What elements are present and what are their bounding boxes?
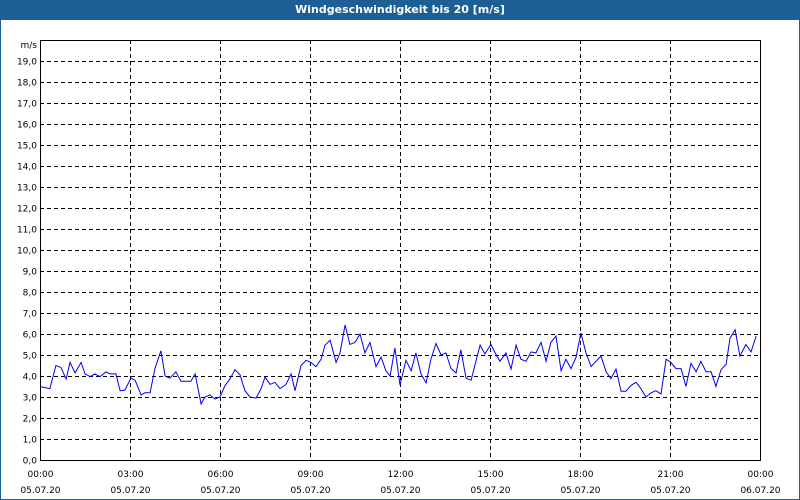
y-tick-label: 4,0 — [23, 373, 38, 383]
x-tick-time: 12:00 — [388, 470, 414, 480]
y-tick-label: 6,0 — [23, 331, 38, 341]
y-tick-label: 2,0 — [23, 415, 38, 425]
y-tick-label: 7,0 — [23, 310, 38, 320]
y-tick-label: 16,0 — [17, 121, 37, 131]
y-tick-label: 12,0 — [17, 205, 37, 215]
x-tick-time: 03:00 — [118, 470, 144, 480]
y-tick-label: 0,0 — [23, 457, 38, 467]
y-tick-label: 10,0 — [17, 247, 37, 257]
x-tick-time: 15:00 — [478, 470, 504, 480]
x-tick-date: 05.07.20 — [200, 486, 240, 496]
x-tick-date: 06.07.20 — [740, 486, 780, 496]
x-tick-date: 05.07.20 — [650, 486, 690, 496]
y-axis-ticks: 0,0 1,0 2,0 3,0 4,0 5,0 6,0 7,0 8,0 9,0 10,0 11,0 12… — [17, 58, 37, 467]
y-tick-label: 15,0 — [17, 142, 37, 152]
y-tick-label: 8,0 — [23, 289, 38, 299]
x-tick-date: 05.07.20 — [110, 486, 150, 496]
y-tick-label: 13,0 — [17, 184, 37, 194]
grid — [40, 40, 760, 460]
y-tick-label: 14,0 — [17, 163, 37, 173]
wind-speed-line — [39, 324, 757, 406]
y-axis-unit-label: m/s — [21, 41, 38, 51]
x-tick-time: 00:00 — [28, 470, 54, 480]
x-tick-date: 05.07.20 — [380, 486, 420, 496]
y-tick-label: 19,0 — [17, 58, 37, 68]
x-tick-date: 05.07.20 — [560, 486, 600, 496]
line-chart: 0,0 1,0 2,0 3,0 4,0 5,0 6,0 7,0 8,0 9,0 10,0 11,0 12… — [17, 40, 781, 496]
x-axis-ticks: 00:00 05.07.20 03:00 05.07.20 06:00 05.07.20 0… — [20, 470, 780, 496]
x-tick-date: 05.07.20 — [470, 486, 510, 496]
y-tick-label: 5,0 — [23, 352, 38, 362]
y-tick-label: 17,0 — [17, 100, 37, 110]
y-tick-label: 9,0 — [23, 268, 38, 278]
x-tick-time: 09:00 — [298, 470, 324, 480]
y-tick-label: 1,0 — [23, 436, 38, 446]
x-tick-time: 18:00 — [568, 470, 594, 480]
x-tick-time: 06:00 — [208, 470, 234, 480]
y-tick-label: 3,0 — [23, 394, 38, 404]
y-tick-label: 18,0 — [17, 79, 37, 89]
x-tick-date: 05.07.20 — [290, 486, 330, 496]
x-tick-time: 21:00 — [658, 470, 684, 480]
x-tick-time: 00:00 — [748, 470, 774, 480]
x-tick-date: 05.07.20 — [20, 486, 60, 496]
y-tick-label: 11,0 — [17, 226, 37, 236]
